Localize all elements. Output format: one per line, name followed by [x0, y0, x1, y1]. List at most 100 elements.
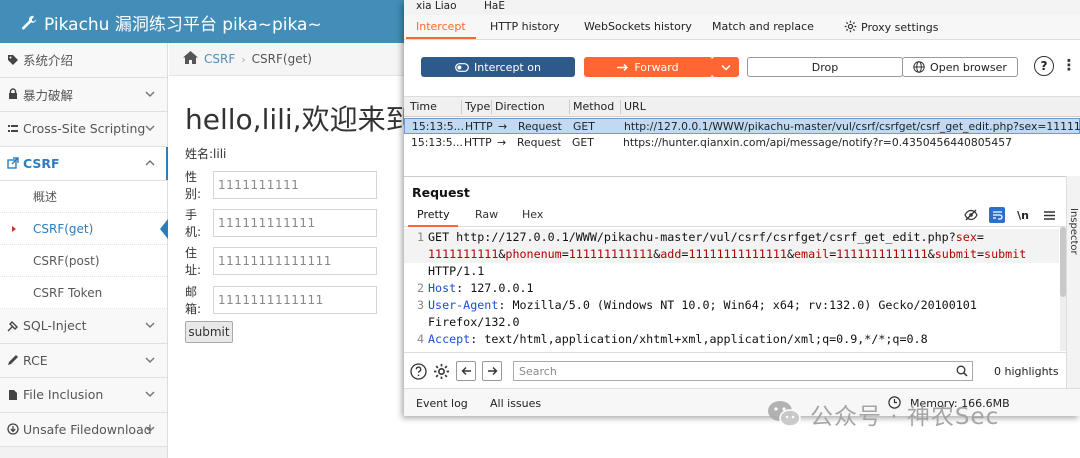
download-icon [6, 422, 20, 436]
event-log-link[interactable]: Event log [416, 397, 468, 410]
form-row-phone: 手机: 111111111111 [185, 206, 377, 240]
intercept-toggle-button[interactable]: Intercept on [421, 57, 575, 77]
forward-button[interactable]: Forward [584, 57, 713, 77]
sub-item-csrf-post[interactable]: CSRF(post) [0, 245, 167, 277]
tab-http-history[interactable]: HTTP history [490, 20, 559, 33]
inspector-label: Inspector [1068, 208, 1079, 255]
address-input[interactable]: 11111111111111 [213, 247, 377, 275]
more-options-icon[interactable]: ⋮ [1062, 54, 1077, 76]
sub-item-csrf-get[interactable]: CSRF(get) [0, 213, 168, 245]
line-number: 2 [416, 281, 424, 295]
nav-item-unsafe-download[interactable]: Unsafe Filedownload [0, 412, 167, 447]
help-icon[interactable] [408, 361, 428, 381]
arrow-left-icon[interactable] [456, 361, 476, 381]
site-brand[interactable]: Pikachu 漏洞练习平台 pika~pika~ [20, 10, 322, 35]
share-icon [6, 156, 20, 170]
nav-item-rce[interactable]: RCE [0, 343, 167, 378]
forward-label: Forward [634, 60, 679, 74]
request-editor[interactable]: 1 GET http://127.0.0.1/WWW/pikachu-maste… [404, 227, 1066, 351]
nav-item-intro[interactable]: 系统介绍 [0, 43, 167, 78]
intercept-label: Intercept on [474, 60, 541, 74]
globe-icon [913, 61, 925, 73]
nav-item-sqli[interactable]: SQL-Inject [0, 309, 167, 344]
home-icon[interactable] [183, 50, 198, 68]
pencil-icon [6, 353, 20, 367]
chevron-down-icon [145, 320, 155, 330]
nav-item-csrf[interactable]: CSRF [0, 146, 168, 181]
tab-raw[interactable]: Raw [475, 208, 498, 221]
line-number: 3 [416, 298, 424, 312]
highlights-count: 0 highlights [994, 365, 1059, 378]
greeting-heading: hello,lili,欢迎来到 [185, 103, 414, 136]
forward-dropdown-button[interactable] [712, 57, 739, 77]
ext-tab-hae[interactable]: HaE [484, 0, 505, 12]
col-method[interactable]: Method [569, 100, 614, 114]
cell-type: HTTP [464, 136, 492, 149]
cell-type: HTTP [465, 120, 493, 133]
tab-hex[interactable]: Hex [522, 208, 543, 221]
email-input[interactable]: 1111111111111 [213, 286, 377, 314]
request-protocol: HTTP/1.1 [428, 264, 485, 278]
line-number: 1 [416, 230, 424, 244]
search-bar: Search 0 highlights [404, 352, 1066, 388]
ext-tab-user[interactable]: xia Liao [416, 0, 457, 12]
tab-pretty[interactable]: Pretty [417, 208, 450, 221]
gear-icon[interactable] [431, 361, 451, 381]
cell-time: 15:13:5... [411, 136, 463, 149]
field-label: 性别: [185, 170, 202, 201]
cell-url: https://hunter.qianxin.com/api/message/n… [623, 136, 1013, 149]
burp-window: xia Liao HaE Intercept HTTP history WebS… [404, 0, 1080, 416]
tab-proxy-settings[interactable]: Proxy settings [844, 20, 939, 34]
extension-tabbar: xia Liao HaE [404, 0, 1080, 15]
search-icon[interactable] [953, 362, 971, 380]
sub-item-label: 概述 [33, 190, 58, 204]
nav-item-file-inclusion[interactable]: File Inclusion [0, 378, 167, 413]
cell-direction: Request [517, 136, 561, 149]
col-direction[interactable]: Direction [491, 100, 545, 114]
sub-item-overview[interactable]: 概述 [0, 181, 167, 213]
phone-input[interactable]: 111111111111 [213, 209, 377, 237]
drop-button[interactable]: Drop [747, 57, 903, 77]
sex-input[interactable]: 1111111111 [213, 171, 377, 199]
field-label: 住址: [185, 246, 202, 277]
breadcrumb-link-csrf[interactable]: CSRF [204, 52, 235, 66]
tab-websockets-history[interactable]: WebSockets history [584, 20, 692, 33]
search-input[interactable]: Search [513, 361, 973, 381]
submit-button[interactable]: submit [185, 321, 233, 343]
nav-item-bruteforce[interactable]: 暴力破解 [0, 77, 167, 112]
arrow-right-icon: → [498, 120, 508, 133]
all-issues-link[interactable]: All issues [490, 397, 541, 410]
menu-icon[interactable] [1041, 207, 1057, 223]
line-number: 4 [416, 332, 424, 346]
wechat-icon [768, 401, 801, 427]
header-user-agent-cont: Firefox/132.0 [428, 315, 520, 329]
inspector-sidebar[interactable]: Inspector [1066, 176, 1080, 396]
tools-icon [6, 319, 20, 333]
arrow-right-icon[interactable] [482, 361, 502, 381]
table-row[interactable]: 15:13:5... HTTP → Request GET https://hu… [404, 135, 1080, 151]
request-line-cont: 1111111111&phonenum=111111111111&add=111… [428, 247, 1027, 261]
sidebar: 系统介绍 暴力破解 Cross-Site Scripting CSRF 概述 C… [0, 43, 168, 458]
nav-item-label: SQL-Inject [23, 318, 87, 334]
eye-off-icon[interactable] [963, 207, 979, 223]
cell-time: 15:13:5... [412, 120, 464, 133]
col-type[interactable]: Type [461, 100, 490, 114]
nav-item-xss[interactable]: Cross-Site Scripting [0, 112, 167, 147]
open-browser-button[interactable]: Open browser [902, 57, 1018, 77]
sub-item-csrf-token[interactable]: CSRF Token [0, 277, 167, 309]
tab-intercept[interactable]: Intercept [416, 20, 466, 33]
header-host: Host: 127.0.0.1 [428, 281, 534, 295]
newline-toggle-icon[interactable]: \n [1015, 207, 1031, 223]
col-time[interactable]: Time [407, 100, 437, 114]
nav-item-label: Cross-Site Scripting [23, 121, 146, 137]
request-title: Request [412, 185, 470, 200]
wrap-lines-icon[interactable] [989, 207, 1005, 223]
breadcrumb-current: CSRF(get) [251, 52, 312, 66]
table-row[interactable]: 15:13:5... HTTP → Request GET http://127… [404, 118, 1080, 134]
col-url[interactable]: URL [620, 100, 646, 114]
help-icon[interactable]: ? [1034, 56, 1054, 76]
intercept-table: Time Type Direction Method URL 15:13:5..… [404, 96, 1080, 176]
sub-item-label: CSRF(get) [33, 221, 94, 236]
tab-match-replace[interactable]: Match and replace [712, 20, 814, 33]
header-user-agent: User-Agent: Mozilla/5.0 (Windows NT 10.0… [428, 298, 977, 312]
